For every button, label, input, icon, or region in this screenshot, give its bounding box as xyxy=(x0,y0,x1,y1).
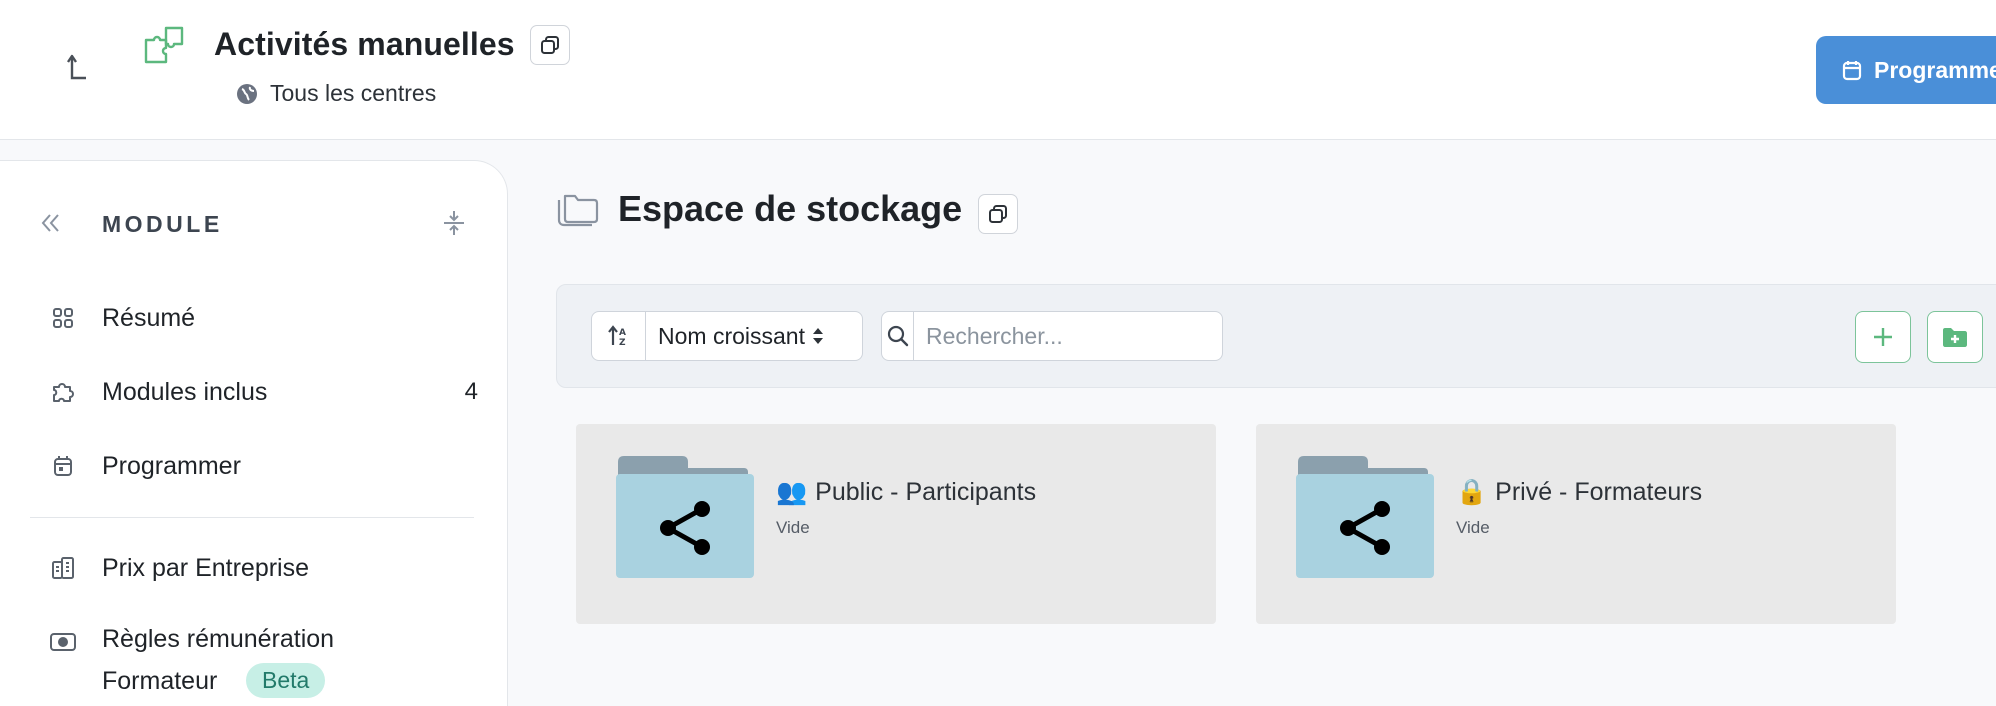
sidebar-item-label: Modules inclus xyxy=(102,377,268,406)
modules-count: 4 xyxy=(464,378,478,405)
folder-name: 🔒 Privé - Formateurs xyxy=(1456,478,1702,507)
folder-card-private[interactable]: 🔒 Privé - Formateurs Vide xyxy=(1256,424,1896,624)
copy-title-button[interactable] xyxy=(530,25,570,65)
search-control xyxy=(881,311,1223,361)
copy-icon xyxy=(541,36,559,54)
sidebar-header: MODULE xyxy=(102,211,223,237)
search-input[interactable] xyxy=(914,312,1222,360)
shared-folder-icon xyxy=(1296,456,1434,578)
sidebar-item-label: Programmer xyxy=(102,451,241,480)
schedule-button-label: Programmer xyxy=(1874,56,1996,83)
search-icon xyxy=(887,325,908,347)
sidebar-item-modules[interactable]: Modules inclus 4 xyxy=(48,367,478,417)
puzzle-logo-icon xyxy=(144,26,184,64)
add-file-button[interactable] xyxy=(1855,311,1911,363)
up-down-caret-icon xyxy=(812,328,823,344)
storage-toolbar: A Z Nom croissant xyxy=(556,284,1996,388)
svg-text:A: A xyxy=(619,328,626,338)
sort-value: Nom croissant xyxy=(658,322,805,349)
beta-badge: Beta xyxy=(246,663,326,698)
scope-text: Tous les centres xyxy=(270,80,437,106)
schedule-button[interactable]: Programmer xyxy=(1816,36,1996,104)
scope-label: Tous les centres xyxy=(236,80,436,107)
money-icon xyxy=(48,627,78,657)
back-up-arrow-icon xyxy=(67,54,86,80)
sidebar-item-resume[interactable]: Résumé xyxy=(48,293,478,343)
sidebar-item-programmer[interactable]: Programmer xyxy=(48,441,478,491)
add-folder-button[interactable] xyxy=(1927,311,1983,363)
calendar-icon xyxy=(48,451,78,481)
globe-icon xyxy=(237,83,257,104)
folders-icon xyxy=(557,194,599,227)
puzzle-icon xyxy=(48,377,78,407)
sidebar-item-label: Règles rémunération xyxy=(102,625,335,653)
folder-status: Vide xyxy=(1456,518,1490,537)
folder-plus-icon xyxy=(1943,328,1967,347)
shared-folder-icon xyxy=(616,456,754,578)
copy-icon xyxy=(989,205,1007,223)
page-title: Activités manuelles xyxy=(214,26,515,62)
sidebar-divider xyxy=(30,517,474,518)
group-icon: 👥 xyxy=(776,478,808,506)
plus-icon xyxy=(1874,328,1892,346)
sidebar-item-label: Résumé xyxy=(102,303,196,332)
folder-card-public[interactable]: 👥 Public - Participants Vide xyxy=(576,424,1216,624)
module-sidebar: MODULE Résumé Modules inclus 4 Programme… xyxy=(0,160,508,706)
copy-storage-button[interactable] xyxy=(978,194,1018,234)
double-chevron-left-icon[interactable] xyxy=(36,209,64,237)
back-button[interactable] xyxy=(56,48,96,88)
app-root: Activités manuelles Tous les centres Pro… xyxy=(0,0,1996,706)
sort-az-icon: A Z xyxy=(607,325,626,348)
building-icon xyxy=(48,553,78,583)
folder-status: Vide xyxy=(776,518,810,537)
compress-icon[interactable] xyxy=(440,209,468,237)
folder-label: Public - Participants xyxy=(815,478,1037,506)
sort-order-button[interactable]: A Z xyxy=(592,312,646,360)
sort-select[interactable]: Nom croissant xyxy=(646,312,862,360)
sidebar-item-label: Prix par Entreprise xyxy=(102,553,310,582)
folder-name: 👥 Public - Participants xyxy=(776,478,1036,507)
folder-label: Privé - Formateurs xyxy=(1495,478,1703,506)
page-header: Activités manuelles Tous les centres Pro… xyxy=(0,0,1996,140)
sidebar-item-prix-entreprise[interactable]: Prix par Entreprise xyxy=(48,543,478,593)
storage-title: Espace de stockage xyxy=(618,188,963,229)
sidebar-item-label-line2: Formateur xyxy=(102,667,218,695)
svg-text:Z: Z xyxy=(619,338,626,348)
search-icon-cell xyxy=(882,312,914,360)
lock-icon: 🔒 xyxy=(1456,478,1488,506)
grid-icon xyxy=(48,303,78,333)
calendar-icon xyxy=(1842,61,1862,81)
sort-control: A Z Nom croissant xyxy=(591,311,863,361)
